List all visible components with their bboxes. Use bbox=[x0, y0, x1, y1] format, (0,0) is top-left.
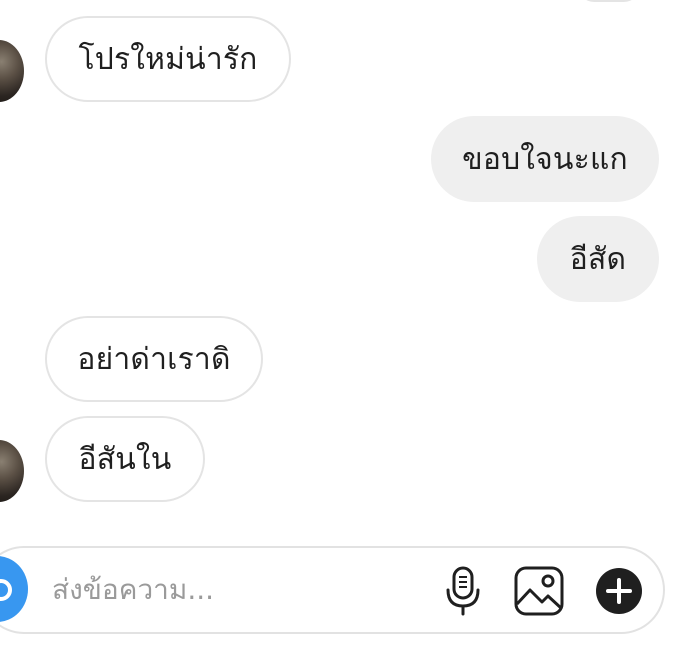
plus-icon[interactable] bbox=[595, 567, 643, 615]
message-bubble-outgoing[interactable]: ขอบใจนะแก bbox=[431, 116, 659, 202]
sender-avatar[interactable] bbox=[0, 440, 24, 502]
message-text: อย่าด่าเราดิ bbox=[77, 341, 231, 377]
camera-icon bbox=[0, 579, 12, 601]
message-bubble-outgoing[interactable]: อีสัด bbox=[537, 216, 659, 302]
message-bubble-incoming[interactable]: อย่าด่าเราดิ bbox=[45, 316, 263, 402]
message-text: ขอบใจนะแก bbox=[462, 141, 628, 177]
message-text: อีสัด bbox=[569, 241, 627, 277]
message-input[interactable]: ส่งข้อความ... bbox=[52, 568, 214, 612]
sender-avatar[interactable] bbox=[0, 40, 24, 102]
previous-message-bubble-edge bbox=[578, 0, 640, 2]
message-input-placeholder: ส่งข้อความ... bbox=[52, 573, 215, 606]
message-bubble-incoming[interactable]: อีสันใน bbox=[45, 416, 205, 502]
message-bubble-incoming[interactable]: โปรใหม่น่ารัก bbox=[45, 16, 291, 102]
microphone-icon[interactable] bbox=[444, 566, 482, 616]
message-text: โปรใหม่น่ารัก bbox=[78, 41, 258, 77]
message-text: อีสันใน bbox=[78, 441, 172, 477]
image-icon[interactable] bbox=[514, 566, 564, 616]
